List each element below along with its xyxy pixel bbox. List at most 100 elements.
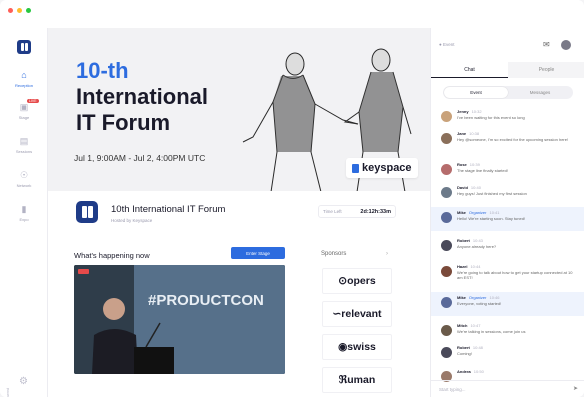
- message-text: I've been waiting for this event so long: [457, 115, 525, 120]
- sponsor-card[interactable]: ℜuman: [322, 367, 392, 393]
- nav-item-reception[interactable]: ⌂ Reception: [0, 70, 48, 88]
- nav-item-stage[interactable]: ▣ LIVE Stage: [0, 99, 48, 120]
- bell-icon[interactable]: ✉: [543, 40, 550, 49]
- avatar[interactable]: [441, 111, 452, 122]
- message-author: Mike Organizer 10:46: [457, 295, 499, 300]
- sponsor-card[interactable]: ⊙ opers: [322, 268, 392, 294]
- event-title: 10-th International IT Forum: [76, 58, 208, 136]
- avatar[interactable]: [441, 187, 452, 198]
- author-name: Mike: [457, 295, 466, 300]
- chat-message: Mitch 10:47 We're talking in sessions, com…: [431, 320, 584, 344]
- segment-messages[interactable]: Messages: [508, 87, 572, 98]
- avatar[interactable]: [441, 240, 452, 251]
- tab-people[interactable]: People: [508, 62, 584, 78]
- sponsor-card[interactable]: ◉ swiss: [322, 334, 392, 360]
- message-text: Everyone, voting started!: [457, 301, 502, 306]
- sponsor-name: swiss: [347, 341, 376, 353]
- message-author: David 10:40: [457, 185, 481, 190]
- hero-banner: 10-th International IT Forum Jul 1, 9:00…: [48, 28, 430, 192]
- message-author: Robert 10:43: [457, 238, 483, 243]
- avatar[interactable]: [441, 347, 452, 358]
- message-author: Hazel 10:44: [457, 264, 480, 269]
- author-name: Robert: [457, 238, 470, 243]
- author-name: Mike: [457, 210, 466, 215]
- message-time: 10:46: [489, 295, 500, 300]
- message-author: Jenny 10:32: [457, 109, 482, 114]
- avatar[interactable]: [441, 164, 452, 175]
- chevron-right-icon[interactable]: ›: [386, 251, 388, 257]
- send-icon[interactable]: ➤: [573, 385, 578, 392]
- message-text: Hey @someone, I'm so excited for the upc…: [457, 137, 569, 142]
- tab-chat[interactable]: Chat: [431, 62, 508, 78]
- message-text: Hello! We're starting soon. Stay tuned!: [457, 216, 526, 221]
- expo-icon: ▮: [21, 204, 27, 214]
- message-time: 10:41: [489, 210, 500, 215]
- sessions-icon: ▤: [19, 136, 29, 146]
- chat-message: Mike Organizer 10:41 Hello! We're starting …: [431, 207, 584, 231]
- time-left-box: Time Left 2d:12h:33m: [318, 205, 396, 218]
- title-line: International: [76, 84, 209, 109]
- author-name: Mitch: [457, 323, 468, 328]
- video-frame: #PRODUCTCON: [74, 265, 285, 374]
- nav-label: Expo: [19, 217, 29, 222]
- chat-message: Robert 10:48 Coming!: [431, 342, 584, 366]
- nav-item-network[interactable]: ☉ Network: [0, 170, 48, 188]
- chat-message: Mike Organizer 10:46 Everyone, voting start…: [431, 292, 584, 316]
- author-name: Rose: [457, 162, 467, 167]
- message-time: 10:44: [470, 264, 481, 269]
- maximize-dot[interactable]: [26, 8, 31, 13]
- author-name: Andrea: [457, 369, 471, 374]
- gear-icon[interactable]: ⚙: [19, 376, 28, 387]
- message-time: 10:32: [471, 109, 482, 114]
- chat-input[interactable]: Start typing... ➤: [431, 380, 584, 397]
- event-date: Jul 1, 9:00AM - Jul 2, 4:00PM UTC: [74, 153, 206, 163]
- chat-context: ● Event: [439, 42, 455, 47]
- message-author: Mike Organizer 10:41: [457, 210, 499, 215]
- stage-icon: ▣: [19, 102, 29, 112]
- chat-context-label: Event: [442, 42, 455, 47]
- nav-item-expo[interactable]: ▮ Expo: [0, 204, 48, 222]
- close-dot[interactable]: [8, 8, 13, 13]
- message-time: 10:39: [469, 162, 480, 167]
- nav-item-sessions[interactable]: ▤ Sessions: [0, 136, 48, 154]
- message-time: 10:40: [470, 185, 481, 190]
- message-text: Anyone already here?: [457, 244, 497, 249]
- author-name: Robert: [457, 345, 470, 350]
- message-time: 10:38: [469, 131, 480, 136]
- chat-message: Rose 10:39 The stage line finally started!: [431, 159, 584, 183]
- sponsor-name: opers: [347, 275, 376, 287]
- chat-message: Robert 10:43 Anyone already here?: [431, 235, 584, 259]
- time-left-label: Time Left: [323, 209, 342, 214]
- video-banner-text: #PRODUCTCON: [148, 292, 264, 309]
- app-logo[interactable]: [17, 40, 31, 54]
- segment-event[interactable]: Event: [444, 87, 508, 98]
- app-window: ⌂ Reception ▣ LIVE Stage ▤ Sessions ☉ Ne…: [0, 0, 584, 397]
- message-time: 10:48: [472, 345, 483, 350]
- message-text: Coming!: [457, 351, 472, 356]
- avatar[interactable]: [441, 212, 452, 223]
- message-author: Mitch 10:47: [457, 323, 480, 328]
- keyspace-brand: keyspace: [346, 158, 418, 178]
- event-info-bar: 10th International IT Forum Hosted by Ke…: [48, 191, 430, 235]
- event-logo: [76, 201, 98, 223]
- sponsor-mark: ⊙: [338, 275, 348, 287]
- author-name: Jenny: [457, 109, 469, 114]
- sponsor-name: relevant: [341, 308, 382, 320]
- stage-video[interactable]: #PRODUCTCON: [74, 265, 285, 374]
- avatar[interactable]: [441, 133, 452, 144]
- nav-label: Stage: [18, 115, 30, 120]
- message-text: Hey guys! Just finished my first session: [457, 191, 527, 196]
- avatar[interactable]: [441, 266, 452, 277]
- role-tag: Organizer: [468, 295, 487, 300]
- author-name: David: [457, 185, 468, 190]
- avatar[interactable]: [561, 40, 571, 50]
- enter-stage-button[interactable]: Enter Stage: [231, 247, 285, 259]
- sponsor-card[interactable]: ∽ relevant: [322, 301, 392, 327]
- home-icon: ⌂: [21, 70, 27, 80]
- chat-message: David 10:40 Hey guys! Just finished my fir…: [431, 182, 584, 206]
- author-name: Hazel: [457, 264, 468, 269]
- avatar[interactable]: [441, 297, 452, 308]
- minimize-dot[interactable]: [17, 8, 22, 13]
- section-heading: What's happening now: [74, 251, 150, 260]
- avatar[interactable]: [441, 325, 452, 336]
